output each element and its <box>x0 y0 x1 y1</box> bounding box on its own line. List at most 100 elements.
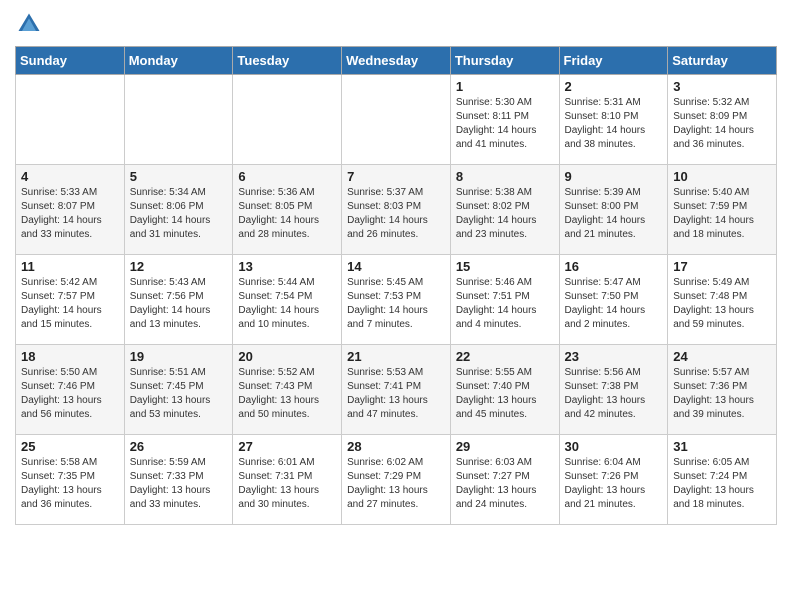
day-number: 30 <box>565 439 663 454</box>
header-day-sunday: Sunday <box>16 47 125 75</box>
day-number: 11 <box>21 259 119 274</box>
calendar-cell: 13Sunrise: 5:44 AM Sunset: 7:54 PM Dayli… <box>233 255 342 345</box>
day-info: Sunrise: 5:59 AM Sunset: 7:33 PM Dayligh… <box>130 456 228 512</box>
day-number: 15 <box>456 259 554 274</box>
day-number: 27 <box>238 439 336 454</box>
day-info: Sunrise: 5:34 AM Sunset: 8:06 PM Dayligh… <box>130 186 228 242</box>
calendar-cell: 28Sunrise: 6:02 AM Sunset: 7:29 PM Dayli… <box>342 435 451 525</box>
day-info: Sunrise: 5:44 AM Sunset: 7:54 PM Dayligh… <box>238 276 336 332</box>
week-row-0: 1 Sunrise: 5:30 AM Sunset: 8:11 PM Daylig… <box>16 75 777 165</box>
day-number: 20 <box>238 349 336 364</box>
calendar-cell: 4 Sunrise: 5:33 AM Sunset: 8:07 PM Daylig… <box>16 165 125 255</box>
day-info: Sunrise: 5:51 AM Sunset: 7:45 PM Dayligh… <box>130 366 228 422</box>
calendar-cell: 9 Sunrise: 5:39 AM Sunset: 8:00 PM Daylig… <box>559 165 668 255</box>
day-info: Sunrise: 5:50 AM Sunset: 7:46 PM Dayligh… <box>21 366 119 422</box>
calendar-cell: 6 Sunrise: 5:36 AM Sunset: 8:05 PM Daylig… <box>233 165 342 255</box>
day-number: 21 <box>347 349 445 364</box>
day-number: 22 <box>456 349 554 364</box>
day-number: 19 <box>130 349 228 364</box>
calendar-cell: 1 Sunrise: 5:30 AM Sunset: 8:11 PM Daylig… <box>450 75 559 165</box>
week-row-3: 18 Sunrise: 5:50 AM Sunset: 7:46 PM Dayli… <box>16 345 777 435</box>
day-info: Sunrise: 5:43 AM Sunset: 7:56 PM Dayligh… <box>130 276 228 332</box>
calendar-cell: 7Sunrise: 5:37 AM Sunset: 8:03 PM Daylig… <box>342 165 451 255</box>
page-header <box>15 10 777 38</box>
calendar-cell: 10Sunrise: 5:40 AM Sunset: 7:59 PM Dayli… <box>668 165 777 255</box>
header-day-tuesday: Tuesday <box>233 47 342 75</box>
day-number: 9 <box>565 169 663 184</box>
calendar-cell: 22 Sunrise: 5:55 AM Sunset: 7:40 PM Dayli… <box>450 345 559 435</box>
day-number: 6 <box>238 169 336 184</box>
calendar-cell: 25Sunrise: 5:58 AM Sunset: 7:35 PM Dayli… <box>16 435 125 525</box>
calendar-cell: 30Sunrise: 6:04 AM Sunset: 7:26 PM Dayli… <box>559 435 668 525</box>
calendar-cell: 11 Sunrise: 5:42 AM Sunset: 7:57 PM Dayli… <box>16 255 125 345</box>
day-number: 23 <box>565 349 663 364</box>
week-row-2: 11 Sunrise: 5:42 AM Sunset: 7:57 PM Dayli… <box>16 255 777 345</box>
day-number: 12 <box>130 259 228 274</box>
day-info: Sunrise: 5:45 AM Sunset: 7:53 PM Dayligh… <box>347 276 445 332</box>
calendar-table: SundayMondayTuesdayWednesdayThursdayFrid… <box>15 46 777 525</box>
day-number: 4 <box>21 169 119 184</box>
day-number: 2 <box>565 79 663 94</box>
calendar-cell: 23 Sunrise: 5:56 AM Sunset: 7:38 PM Dayli… <box>559 345 668 435</box>
calendar-cell <box>342 75 451 165</box>
calendar-cell: 12 Sunrise: 5:43 AM Sunset: 7:56 PM Dayli… <box>124 255 233 345</box>
calendar-cell <box>16 75 125 165</box>
day-number: 14 <box>347 259 445 274</box>
day-number: 28 <box>347 439 445 454</box>
day-info: Sunrise: 5:36 AM Sunset: 8:05 PM Dayligh… <box>238 186 336 242</box>
logo <box>15 10 47 38</box>
calendar-body: 1 Sunrise: 5:30 AM Sunset: 8:11 PM Daylig… <box>16 75 777 525</box>
day-number: 25 <box>21 439 119 454</box>
calendar-cell: 31 Sunrise: 6:05 AM Sunset: 7:24 PM Dayli… <box>668 435 777 525</box>
calendar-cell: 29Sunrise: 6:03 AM Sunset: 7:27 PM Dayli… <box>450 435 559 525</box>
calendar-cell <box>233 75 342 165</box>
day-info: Sunrise: 5:42 AM Sunset: 7:57 PM Dayligh… <box>21 276 119 332</box>
day-number: 5 <box>130 169 228 184</box>
day-info: Sunrise: 5:49 AM Sunset: 7:48 PM Dayligh… <box>673 276 771 332</box>
header-day-saturday: Saturday <box>668 47 777 75</box>
header-day-thursday: Thursday <box>450 47 559 75</box>
day-info: Sunrise: 5:30 AM Sunset: 8:11 PM Dayligh… <box>456 96 554 152</box>
calendar-cell: 8 Sunrise: 5:38 AM Sunset: 8:02 PM Daylig… <box>450 165 559 255</box>
day-info: Sunrise: 5:56 AM Sunset: 7:38 PM Dayligh… <box>565 366 663 422</box>
calendar-cell: 20Sunrise: 5:52 AM Sunset: 7:43 PM Dayli… <box>233 345 342 435</box>
calendar-cell: 14 Sunrise: 5:45 AM Sunset: 7:53 PM Dayli… <box>342 255 451 345</box>
calendar-cell: 21 Sunrise: 5:53 AM Sunset: 7:41 PM Dayli… <box>342 345 451 435</box>
day-info: Sunrise: 6:01 AM Sunset: 7:31 PM Dayligh… <box>238 456 336 512</box>
day-info: Sunrise: 5:39 AM Sunset: 8:00 PM Dayligh… <box>565 186 663 242</box>
calendar-cell <box>124 75 233 165</box>
day-info: Sunrise: 5:46 AM Sunset: 7:51 PM Dayligh… <box>456 276 554 332</box>
calendar-cell: 19 Sunrise: 5:51 AM Sunset: 7:45 PM Dayli… <box>124 345 233 435</box>
calendar-cell: 5 Sunrise: 5:34 AM Sunset: 8:06 PM Daylig… <box>124 165 233 255</box>
header-day-friday: Friday <box>559 47 668 75</box>
day-number: 31 <box>673 439 771 454</box>
day-info: Sunrise: 6:05 AM Sunset: 7:24 PM Dayligh… <box>673 456 771 512</box>
calendar-header: SundayMondayTuesdayWednesdayThursdayFrid… <box>16 47 777 75</box>
calendar-cell: 17 Sunrise: 5:49 AM Sunset: 7:48 PM Dayli… <box>668 255 777 345</box>
day-number: 18 <box>21 349 119 364</box>
week-row-1: 4 Sunrise: 5:33 AM Sunset: 8:07 PM Daylig… <box>16 165 777 255</box>
day-info: Sunrise: 5:37 AM Sunset: 8:03 PM Dayligh… <box>347 186 445 242</box>
day-info: Sunrise: 5:38 AM Sunset: 8:02 PM Dayligh… <box>456 186 554 242</box>
day-info: Sunrise: 5:57 AM Sunset: 7:36 PM Dayligh… <box>673 366 771 422</box>
calendar-cell: 18 Sunrise: 5:50 AM Sunset: 7:46 PM Dayli… <box>16 345 125 435</box>
header-day-wednesday: Wednesday <box>342 47 451 75</box>
day-info: Sunrise: 5:32 AM Sunset: 8:09 PM Dayligh… <box>673 96 771 152</box>
day-number: 1 <box>456 79 554 94</box>
week-row-4: 25Sunrise: 5:58 AM Sunset: 7:35 PM Dayli… <box>16 435 777 525</box>
day-number: 8 <box>456 169 554 184</box>
day-info: Sunrise: 5:33 AM Sunset: 8:07 PM Dayligh… <box>21 186 119 242</box>
day-number: 26 <box>130 439 228 454</box>
day-number: 29 <box>456 439 554 454</box>
calendar-cell: 15 Sunrise: 5:46 AM Sunset: 7:51 PM Dayli… <box>450 255 559 345</box>
day-number: 16 <box>565 259 663 274</box>
logo-icon <box>15 10 43 38</box>
calendar-cell: 27 Sunrise: 6:01 AM Sunset: 7:31 PM Dayli… <box>233 435 342 525</box>
day-info: Sunrise: 5:55 AM Sunset: 7:40 PM Dayligh… <box>456 366 554 422</box>
day-info: Sunrise: 5:40 AM Sunset: 7:59 PM Dayligh… <box>673 186 771 242</box>
day-info: Sunrise: 5:53 AM Sunset: 7:41 PM Dayligh… <box>347 366 445 422</box>
day-number: 3 <box>673 79 771 94</box>
calendar-cell: 16 Sunrise: 5:47 AM Sunset: 7:50 PM Dayli… <box>559 255 668 345</box>
day-info: Sunrise: 5:47 AM Sunset: 7:50 PM Dayligh… <box>565 276 663 332</box>
day-number: 17 <box>673 259 771 274</box>
